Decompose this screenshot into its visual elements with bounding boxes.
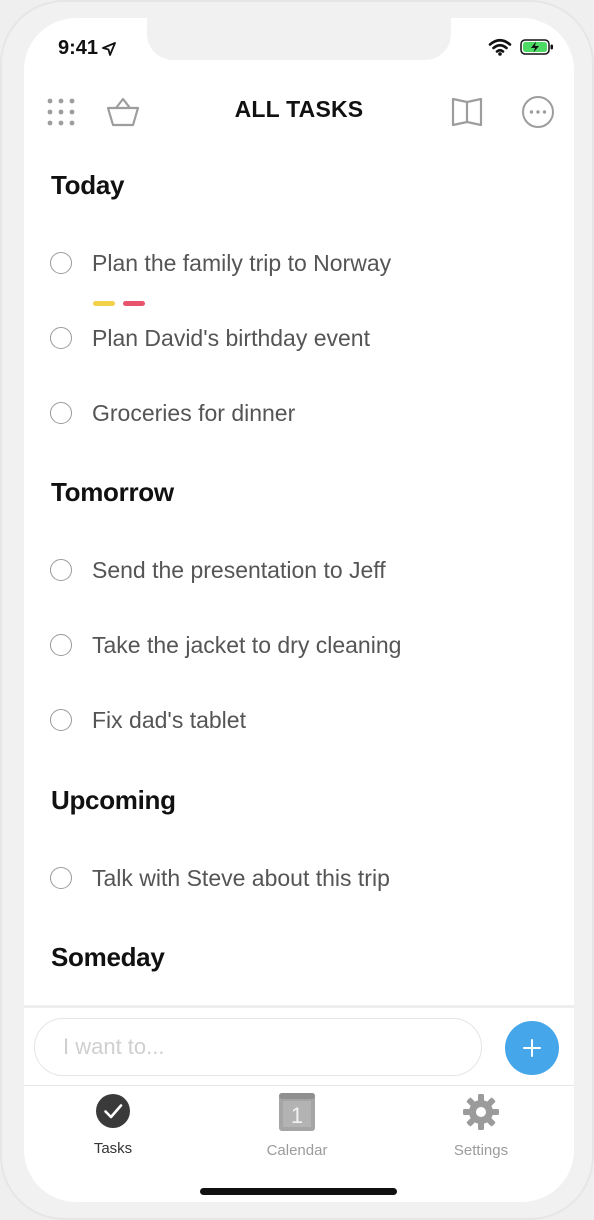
section-title-someday: Someday [51,942,165,972]
task-label: Plan the family trip to Norway [92,249,392,276]
task-tags [93,301,145,306]
composer-divider [24,1005,574,1008]
book-icon [451,97,483,127]
check-circle-icon [96,1094,130,1128]
device-notch [147,18,451,60]
task-item[interactable]: Groceries for dinner [50,393,574,433]
task-item[interactable]: Fix dad's tablet [50,700,574,740]
task-label: Take the jacket to dry cleaning [92,631,402,658]
task-item[interactable]: Talk with Steve about this trip [50,858,574,898]
new-task-input[interactable] [34,1018,482,1076]
plus-icon [523,1039,541,1057]
task-checkbox[interactable] [50,634,72,656]
add-task-button[interactable] [505,1021,559,1075]
page-title: ALL TASKS [234,96,364,122]
tag-red [123,301,145,306]
tab-settings-label: Settings [453,1142,509,1159]
app-header: ALL TASKS [24,88,574,136]
app-screen: 9:41 ALL TASKS Today Tomorrow Upcoming S… [24,18,574,1202]
task-checkbox[interactable] [50,867,72,889]
tab-settings[interactable]: Settings [421,1093,541,1159]
calendar-badge: 1 [291,1103,303,1128]
tag-yellow [93,301,115,306]
task-item[interactable]: Take the jacket to dry cleaning [50,625,574,665]
more-options-button[interactable] [520,94,556,130]
status-bar-time: 9:41 [58,37,116,60]
tab-calendar[interactable]: 1 Calendar [237,1093,357,1159]
calendar-icon: 1 [279,1093,315,1131]
task-label: Groceries for dinner [92,399,296,426]
task-checkbox[interactable] [50,252,72,274]
home-indicator[interactable] [200,1188,397,1195]
section-title-today: Today [51,170,125,200]
task-checkbox[interactable] [50,709,72,731]
task-checkbox[interactable] [50,559,72,581]
status-bar-indicators [488,38,554,56]
tab-tasks-label: Tasks [93,1140,133,1157]
tab-tasks[interactable]: Tasks [53,1093,173,1157]
task-item[interactable]: Send the presentation to Jeff [50,550,574,590]
tab-calendar-label: Calendar [266,1142,328,1159]
wifi-icon [488,38,512,56]
gear-icon [463,1094,499,1130]
task-label: Send the presentation to Jeff [92,556,386,583]
task-label: Talk with Steve about this trip [92,864,390,891]
task-item[interactable]: Plan David's birthday event [50,318,574,358]
section-title-upcoming: Upcoming [51,785,176,815]
book-view-button[interactable] [450,94,486,130]
section-title-tomorrow: Tomorrow [51,477,174,507]
task-item[interactable]: Plan the family trip to Norway [50,243,574,283]
status-time-text: 9:41 [58,37,99,59]
tab-bar-divider [24,1085,574,1086]
battery-charging-icon [520,39,553,55]
location-arrow-icon [102,41,116,56]
more-icon [522,96,554,128]
task-checkbox[interactable] [50,327,72,349]
task-checkbox[interactable] [50,402,72,424]
task-label: Fix dad's tablet [92,706,246,733]
task-label: Plan David's birthday event [92,324,370,351]
